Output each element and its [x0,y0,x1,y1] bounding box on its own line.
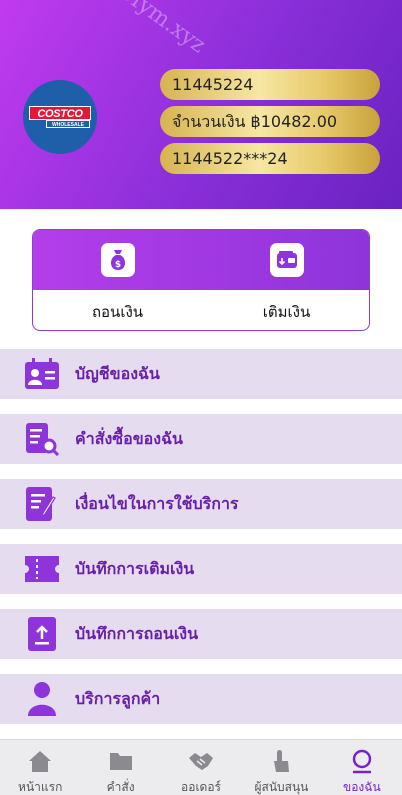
handshake-icon [188,748,214,774]
account-card-icon [24,357,60,391]
folder-icon [108,748,134,774]
tab-orders[interactable]: คำสั่ง [80,740,160,795]
menu-item-my-orders[interactable]: คำสั่งซื้อของฉัน [0,414,402,464]
tab-order-list[interactable]: ออเดอร์ [161,740,241,795]
money-bag-icon: $ [101,243,135,277]
withdraw-button[interactable]: $ ถอนเงิน [33,230,202,330]
avatar: COSTCO WHOLESALE [23,80,97,154]
menu-label: เงื่อนไขในการใช้บริการ [75,494,239,513]
wallet-icon [270,243,304,277]
tab-mine[interactable]: ของฉัน [322,740,402,795]
pointer-hand-icon [268,748,294,774]
home-icon [27,748,53,774]
customer-service-icon [24,682,60,716]
menu-label: บันทึกการถอนเงิน [75,624,199,643]
menu-label: คำสั่งซื้อของฉัน [75,429,183,448]
tab-sponsor[interactable]: ผู้สนับสนุน [241,740,321,795]
tab-label: หน้าแรก [18,780,63,794]
menu-label: บริการลูกค้า [75,689,161,708]
deposit-label: เติมเงิน [262,303,311,321]
menu-item-deposit-history[interactable]: บันทึกการเติมเงิน [0,544,402,594]
tab-label: ผู้สนับสนุน [254,780,309,794]
svg-text:$: $ [115,260,121,270]
wallet-actions-card: $ ถอนเงิน เติมเงิน [32,229,370,331]
menu-item-withdraw-history[interactable]: บันทึกการถอนเงิน [0,609,402,659]
tab-label: คำสั่ง [106,780,135,794]
menu-item-terms[interactable]: เงื่อนไขในการใช้บริการ [0,479,402,529]
upload-box-icon [24,617,60,651]
costco-logo: COSTCO WHOLESALE [29,106,91,128]
tab-label: ออเดอร์ [181,780,221,794]
account-id-pill: 11445224 [160,69,380,100]
logo-subtext: WHOLESALE [46,120,90,128]
tab-home[interactable]: หน้าแรก [0,740,80,795]
order-search-icon [24,422,60,456]
masked-id-pill: 1144522***24 [160,143,380,174]
profile-header: 9fym.xyz COSTCO WHOLESALE 11445224 จำนวน… [0,0,402,209]
bottom-tab-bar: หน้าแรก คำสั่ง ออเดอร์ ผู้สนับสนุน ของฉั… [0,739,402,795]
withdraw-label: ถอนเงิน [91,303,144,321]
terms-edit-icon [24,487,60,521]
watermark: 9fym.xyz [115,0,210,59]
menu-label: บัญชีของฉัน [75,364,160,383]
menu-item-customer-service[interactable]: บริการลูกค้า [0,674,402,724]
user-icon [349,748,375,774]
tab-label: ของฉัน [343,780,381,794]
balance-pill: จำนวนเงิน ฿10482.00 [160,106,380,137]
menu-item-my-account[interactable]: บัญชีของฉัน [0,349,402,399]
deposit-button[interactable]: เติมเงิน [202,230,369,330]
ticket-icon [24,552,60,586]
logo-text: COSTCO [29,106,91,120]
menu-label: บันทึกการเติมเงิน [75,559,195,578]
